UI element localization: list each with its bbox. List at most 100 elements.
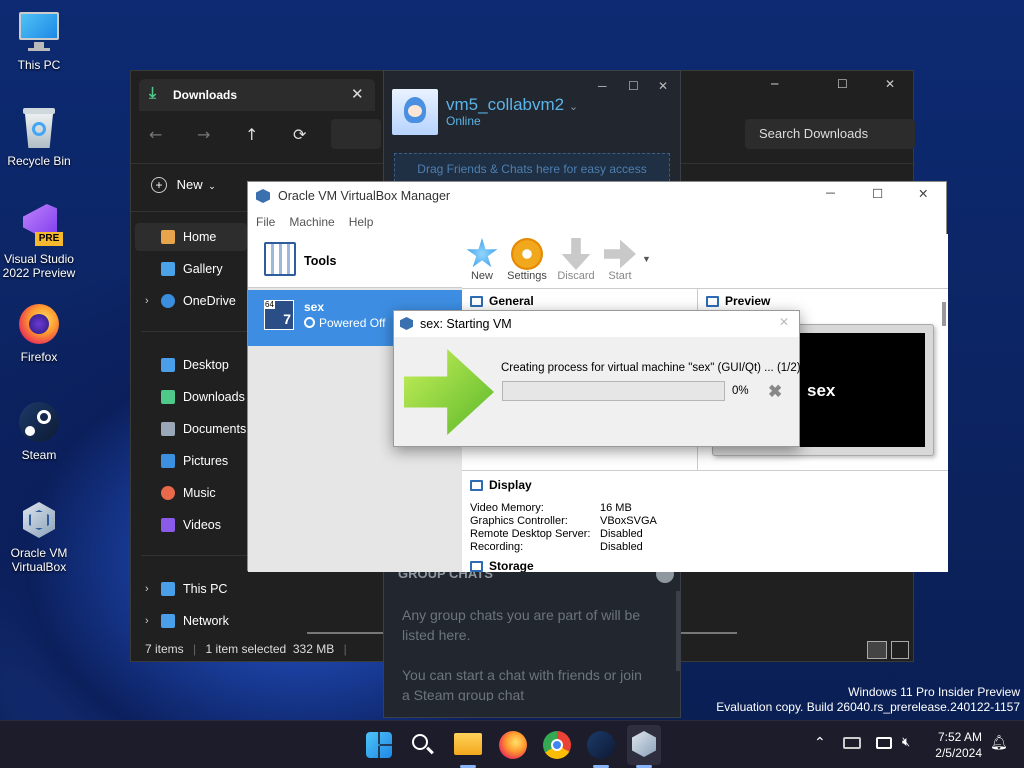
chevron-up-icon[interactable]: ⌃: [814, 735, 826, 751]
details-view-button[interactable]: [867, 641, 887, 659]
tab-downloads[interactable]: ⤓ Downloads ✕: [139, 79, 375, 111]
network-offline-icon[interactable]: [843, 737, 861, 749]
home-icon: [161, 230, 175, 244]
desktop-icon-visual-studio[interactable]: PRE Visual Studio 2022 Preview: [2, 204, 76, 280]
steam-username[interactable]: vm5_collabvm2 ⌄: [446, 95, 578, 115]
storage-label: Storage: [489, 560, 534, 572]
chevron-right-icon[interactable]: ›: [145, 295, 149, 307]
music-icon: [161, 486, 175, 500]
sidebar-item-this-pc[interactable]: This PC: [161, 577, 371, 601]
steam-status: Online: [446, 114, 481, 128]
maximize-icon[interactable]: ☐: [628, 79, 639, 93]
window-maximize-button[interactable]: ☐: [837, 77, 848, 91]
sidebar-label: Pictures: [183, 454, 229, 468]
chrome-taskbar-icon[interactable]: [543, 731, 571, 759]
sidebar-label: Gallery: [183, 262, 223, 276]
tools-item[interactable]: Tools: [248, 234, 462, 288]
close-tab-icon[interactable]: ✕: [351, 85, 364, 103]
volume-muted-icon[interactable]: 🔇︎: [902, 735, 910, 750]
maximize-icon[interactable]: ☐: [872, 186, 883, 201]
starting-vm-dialog[interactable]: sex: Starting VM ✕ Creating process for …: [393, 310, 801, 447]
sidebar-item-network[interactable]: Network: [161, 609, 371, 633]
close-icon[interactable]: ✕: [779, 315, 789, 329]
desktop-icon-recycle-bin[interactable]: Recycle Bin: [2, 106, 76, 168]
minimize-icon[interactable]: ─: [598, 79, 607, 93]
monitor-icon: [706, 295, 719, 307]
window-close-button[interactable]: ✕: [885, 77, 895, 91]
chevron-down-icon: ⌄: [208, 181, 216, 191]
desktop-icon-steam[interactable]: Steam: [2, 400, 76, 462]
file-explorer-taskbar-icon[interactable]: [454, 733, 482, 755]
sidebar-label: Desktop: [183, 358, 229, 372]
up-button[interactable]: ↑: [245, 125, 258, 144]
discard-button[interactable]: Discard: [554, 238, 598, 282]
details-scrollbar[interactable]: [942, 302, 946, 326]
sidebar-label: OneDrive: [183, 294, 236, 308]
start-dropdown-icon[interactable]: ▼: [642, 254, 651, 264]
cancel-icon[interactable]: ✖: [768, 382, 782, 402]
menu-file[interactable]: File: [256, 215, 275, 229]
steam-taskbar-icon[interactable]: [587, 731, 615, 759]
start-button[interactable]: Start: [598, 238, 642, 282]
display-value: Disabled: [600, 528, 643, 540]
desktop-icon-virtualbox[interactable]: Oracle VM VirtualBox: [2, 498, 76, 574]
vm-arch-badge: 64: [264, 300, 275, 309]
settings-button[interactable]: Settings: [505, 238, 549, 282]
chevron-right-icon[interactable]: ›: [145, 583, 149, 595]
menu-bar: File Machine Help: [248, 210, 946, 234]
chevron-right-icon[interactable]: ›: [145, 615, 149, 627]
group-chat-help-text: You can start a chat with friends or joi…: [402, 667, 642, 701]
new-vm-button[interactable]: New: [460, 238, 504, 282]
steam-icon: [17, 400, 61, 444]
display-value: 16 MB: [600, 502, 632, 514]
display-header[interactable]: Display: [470, 478, 532, 492]
close-icon[interactable]: ✕: [658, 79, 668, 93]
close-icon[interactable]: ✕: [918, 186, 928, 201]
steam-scrollbar[interactable]: [676, 591, 680, 671]
monitor-icon: [470, 479, 483, 491]
sidebar-label: Documents: [183, 422, 247, 436]
new-label: New: [176, 177, 203, 192]
desktop-icon-label: Steam: [21, 448, 57, 462]
notification-bell-icon[interactable]: 🔔︎: [990, 735, 1008, 751]
tiles-view-button[interactable]: [891, 641, 909, 659]
back-button[interactable]: ←: [149, 125, 162, 144]
view-toggle-button[interactable]: [331, 119, 381, 149]
window-minimize-button[interactable]: ─: [771, 77, 778, 91]
pre-badge: PRE: [35, 232, 63, 246]
minimize-icon[interactable]: ─: [826, 186, 835, 200]
search-icon[interactable]: [410, 732, 436, 758]
progress-percent: 0%: [732, 385, 749, 397]
virtualbox-taskbar-icon[interactable]: [627, 725, 661, 765]
new-button[interactable]: + New ⌄: [151, 177, 216, 193]
firefox-taskbar-icon[interactable]: [499, 731, 527, 759]
sidebar-label: This PC: [183, 582, 228, 596]
menu-help[interactable]: Help: [349, 215, 374, 229]
search-input[interactable]: Search Downloads: [745, 119, 915, 149]
progress-message: Creating process for virtual machine "se…: [501, 362, 801, 374]
arrow-down-icon: [561, 238, 591, 270]
general-header[interactable]: General: [470, 294, 534, 308]
desktop-icon-label: Recycle Bin: [7, 154, 71, 168]
display-icon[interactable]: [876, 737, 892, 749]
settings-label: Settings: [507, 270, 547, 282]
desktop-icon-label: This PC: [17, 58, 61, 72]
storage-header[interactable]: Storage: [470, 560, 534, 572]
start-button[interactable]: [366, 732, 392, 758]
preview-header[interactable]: Preview: [706, 294, 770, 308]
desktop-icon-label: Oracle VM VirtualBox: [10, 546, 68, 574]
desktop-icon-this-pc[interactable]: This PC: [2, 10, 76, 72]
cloud-icon: [161, 294, 175, 308]
vm-name: sex: [304, 300, 325, 314]
forward-button[interactable]: →: [197, 125, 210, 144]
start-label: Start: [608, 270, 632, 282]
clock-date: 2/5/2024: [935, 746, 982, 760]
refresh-button[interactable]: ⟳: [293, 125, 306, 144]
start-arrow-icon: [404, 349, 494, 435]
menu-machine[interactable]: Machine: [289, 215, 334, 229]
desktop-icon-firefox[interactable]: Firefox: [2, 302, 76, 364]
desktop-icon: [161, 358, 175, 372]
clock[interactable]: 7:52 AM 2/5/2024: [924, 729, 982, 761]
gallery-icon: [161, 262, 175, 276]
avatar[interactable]: [392, 89, 438, 135]
